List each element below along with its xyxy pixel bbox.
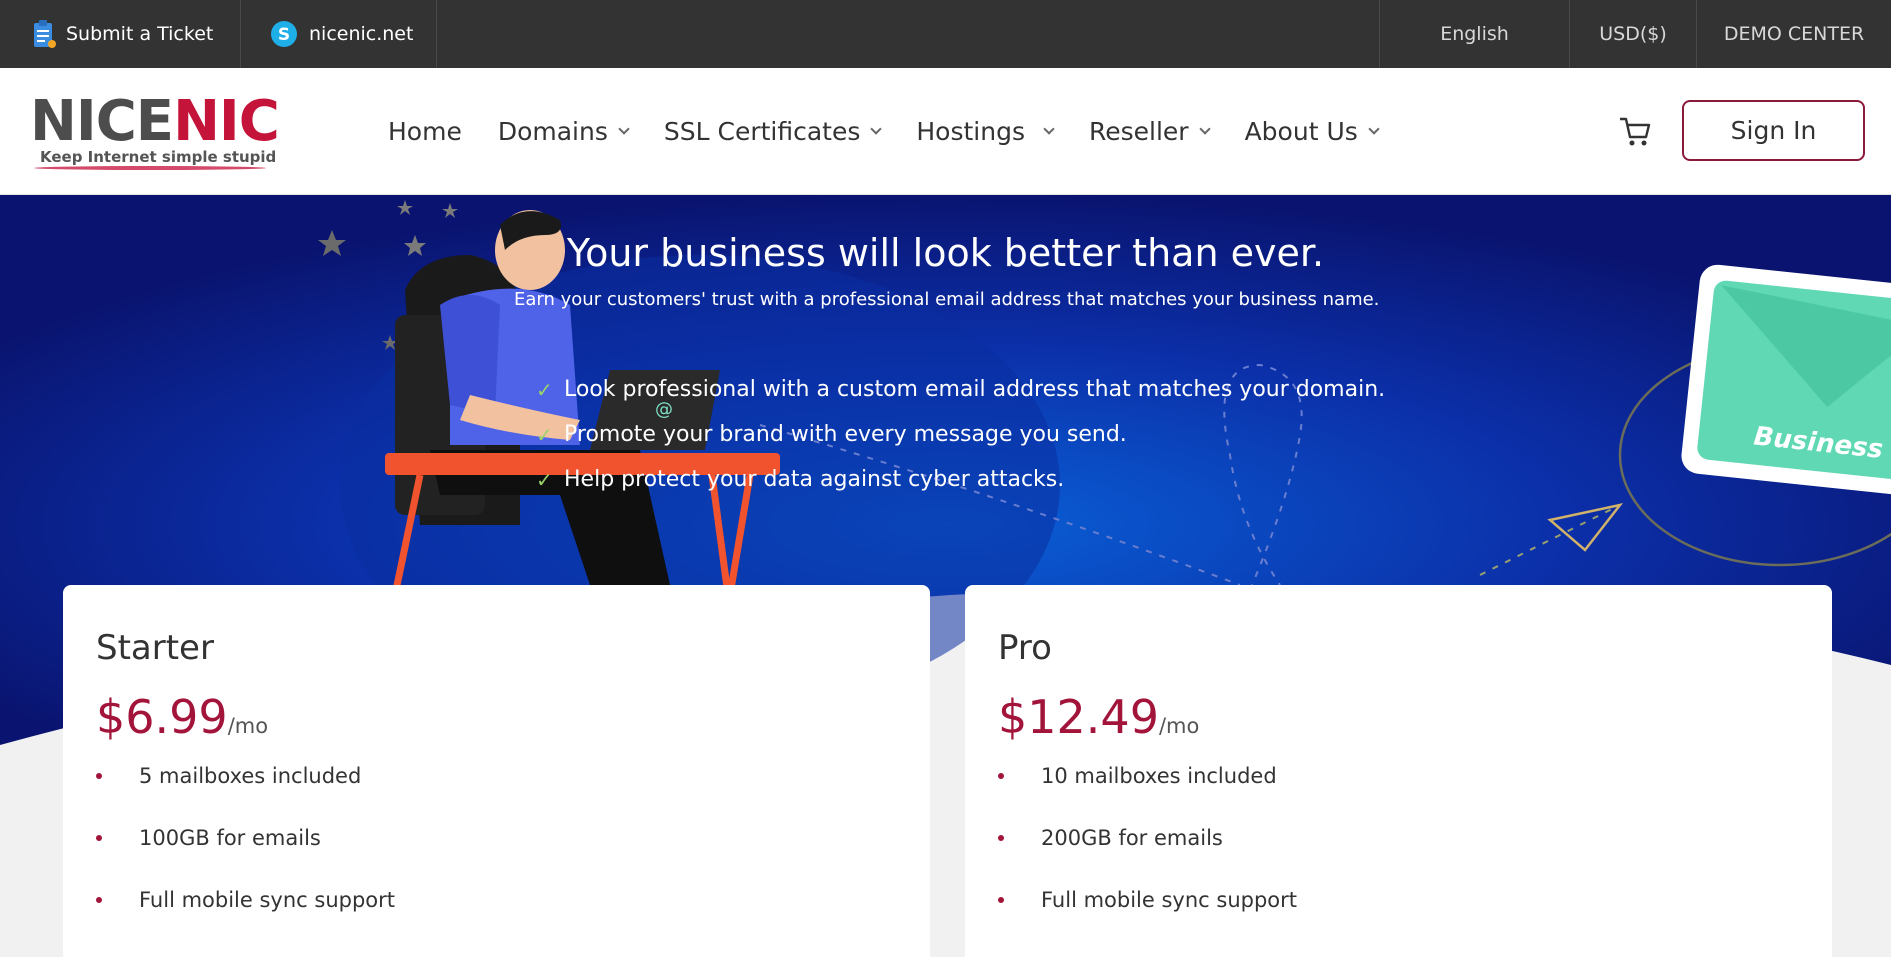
topbar-spacer <box>437 0 1380 68</box>
skype-label: nicenic.net <box>309 23 414 45</box>
logo-tagline: Keep Internet simple stupid <box>40 148 277 166</box>
skype-icon: S <box>271 21 297 47</box>
bullet-icon <box>998 773 1004 779</box>
plan-card-pro: Pro $12.49/mo 10 mailboxes included 200G… <box>965 585 1832 957</box>
check-icon: ✓ <box>536 467 553 492</box>
plan-feature: 100GB for emails <box>96 807 395 869</box>
check-icon: ✓ <box>536 422 553 447</box>
svg-text:S: S <box>278 25 290 45</box>
top-utility-bar: Submit a Ticket S nicenic.net English US… <box>0 0 1891 68</box>
submit-ticket-label: Submit a Ticket <box>66 23 214 45</box>
chevron-down-icon <box>870 122 883 135</box>
plan-feature: Full mobile sync support <box>998 869 1297 931</box>
check-icon: ✓ <box>536 377 553 402</box>
demo-center-link[interactable]: DEMO CENTER <box>1697 0 1891 68</box>
plan-name: Starter <box>96 628 214 668</box>
language-selector[interactable]: English <box>1380 0 1570 68</box>
bullet-icon <box>96 773 102 779</box>
plan-feature: 5 mailboxes included <box>96 745 395 807</box>
ticket-icon <box>34 20 56 48</box>
hero-feature: ✓ Look professional with a custom email a… <box>536 377 1386 402</box>
bullet-icon <box>998 897 1004 903</box>
hero-title: Your business will look better than ever… <box>566 231 1325 275</box>
bullet-icon <box>96 835 102 841</box>
nav-item-about-us[interactable]: About Us <box>1245 117 1380 146</box>
nav-item-hostings[interactable]: Hostings <box>916 117 1055 146</box>
chevron-down-icon <box>1198 122 1211 135</box>
logo[interactable]: NICENIC Keep Internet simple stupid <box>30 89 280 176</box>
plan-feature-list: 10 mailboxes included 200GB for emails F… <box>998 745 1297 931</box>
plan-price: $6.99/mo <box>96 690 269 744</box>
submit-ticket-link[interactable]: Submit a Ticket <box>0 0 241 68</box>
chevron-down-icon <box>1043 122 1055 135</box>
nav-item-ssl-certificates[interactable]: SSL Certificates <box>664 117 883 146</box>
skype-link[interactable]: S nicenic.net <box>241 0 437 68</box>
logo-wordmark: NICENIC <box>30 89 280 154</box>
cart-icon[interactable] <box>1618 115 1652 147</box>
plan-feature-list: 5 mailboxes included 100GB for emails Fu… <box>96 745 395 931</box>
plan-feature: 200GB for emails <box>998 807 1297 869</box>
hero-feature-list: ✓ Look professional with a custom email a… <box>536 367 1385 502</box>
logo-swoosh <box>34 166 266 170</box>
chevron-down-icon <box>618 122 630 135</box>
hero-subtitle: Earn your customers' trust with a profes… <box>514 289 1380 310</box>
nav-item-domains[interactable]: Domains <box>498 117 630 146</box>
nav-item-home[interactable]: Home <box>388 117 462 146</box>
bullet-icon <box>96 897 102 903</box>
plan-price: $12.49/mo <box>998 690 1200 744</box>
plan-feature: 10 mailboxes included <box>998 745 1297 807</box>
currency-selector[interactable]: USD($) <box>1570 0 1697 68</box>
plan-card-starter: Starter $6.99/mo 5 mailboxes included 10… <box>63 585 930 957</box>
bullet-icon <box>998 835 1004 841</box>
sign-in-button[interactable]: Sign In <box>1682 100 1865 161</box>
plan-name: Pro <box>998 628 1052 668</box>
hero-feature: ✓ Help protect your data against cyber at… <box>536 467 1065 492</box>
nav-menu: Home Domains SSL Certificates Hostings R… <box>388 68 1414 195</box>
nav-item-reseller[interactable]: Reseller <box>1089 117 1211 146</box>
main-nav: NICENIC Keep Internet simple stupid Home… <box>0 68 1891 195</box>
hero-feature: ✓ Promote your brand with every message y… <box>536 422 1127 447</box>
chevron-down-icon <box>1368 122 1380 135</box>
plan-feature: Full mobile sync support <box>96 869 395 931</box>
